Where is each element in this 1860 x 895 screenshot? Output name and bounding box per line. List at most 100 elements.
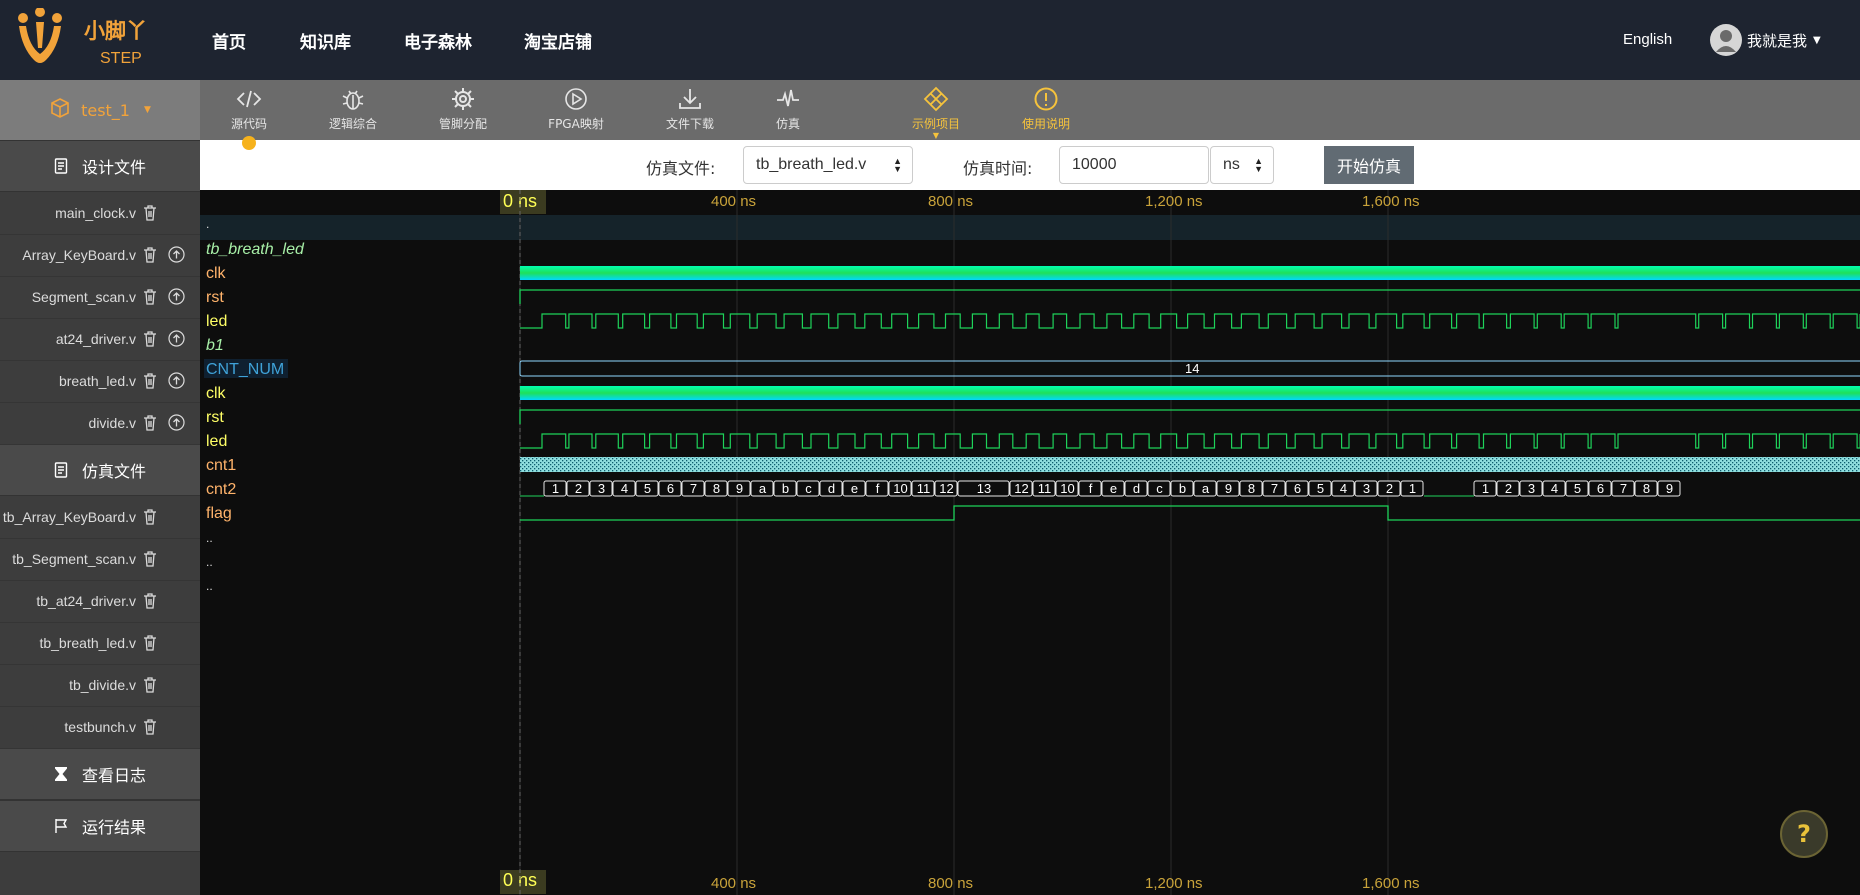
upload-icon[interactable]: [168, 330, 185, 347]
time-tick-label: 400 ns: [711, 193, 756, 210]
user-menu[interactable]: 我就是我 ▼: [1710, 24, 1821, 56]
tool-fpga-map[interactable]: FPGA映射: [531, 86, 621, 132]
upload-icon[interactable]: [168, 246, 185, 263]
cnt2-value: e: [851, 481, 858, 496]
highlight-row: [200, 215, 1860, 240]
time-tick-label: 1,200 ns: [1145, 875, 1203, 892]
simulation-bar: 仿真文件: tb_breath_led.v ▲ ▼ 仿真时间: 10000 ns …: [200, 140, 1860, 190]
cnt2-value: 4: [1340, 481, 1347, 496]
trash-icon[interactable]: [143, 551, 157, 567]
signal-name-led: led: [206, 313, 227, 330]
tool-examples[interactable]: 示例项目 ▼: [891, 86, 981, 140]
sim-file-value: tb_breath_led.v: [756, 156, 867, 173]
design-files-header[interactable]: 设计文件: [0, 140, 200, 192]
file-name: at24_driver.v: [55, 331, 136, 347]
sim-time-input[interactable]: 10000: [1059, 146, 1209, 184]
tool-download[interactable]: 文件下载: [645, 86, 735, 132]
svg-text:小脚丫: 小脚丫: [84, 19, 147, 43]
language-switch[interactable]: English: [1623, 31, 1672, 48]
cnt-num-value: 14: [1185, 361, 1199, 376]
trash-icon[interactable]: [143, 719, 157, 735]
cnt2-value: 12: [939, 481, 953, 496]
cnt2-value: 1: [1482, 481, 1489, 496]
file-item[interactable]: testbunch.v: [0, 707, 200, 749]
svg-text:STEP: STEP: [100, 50, 142, 67]
file-item[interactable]: divide.v: [0, 403, 200, 445]
trash-icon[interactable]: [143, 677, 157, 693]
chevron-down-icon: ▼: [143, 105, 151, 115]
trash-icon[interactable]: [143, 247, 157, 263]
tool-pin-assign[interactable]: 管脚分配: [418, 86, 508, 132]
cnt2-value: c: [805, 481, 812, 496]
cnt2-value: b: [1179, 481, 1186, 496]
nav-taobao[interactable]: 淘宝店铺: [524, 28, 592, 53]
upload-icon[interactable]: [168, 414, 185, 431]
cnt2-value: 1: [552, 481, 559, 496]
trash-icon[interactable]: [143, 509, 157, 525]
trash-icon[interactable]: [143, 635, 157, 651]
signal-name-b1: b1: [206, 337, 224, 354]
trash-icon[interactable]: [143, 593, 157, 609]
upload-icon[interactable]: [168, 288, 185, 305]
cnt1-waveform: [520, 457, 1860, 472]
project-selector[interactable]: test_1 ▼: [0, 80, 200, 140]
time-unit-select[interactable]: ns ▲ ▼: [1210, 146, 1274, 184]
logo[interactable]: 小脚丫 STEP: [14, 8, 164, 72]
file-item[interactable]: Array_KeyBoard.v: [0, 235, 200, 277]
file-item[interactable]: main_clock.v: [0, 193, 200, 235]
upload-icon[interactable]: [168, 372, 185, 389]
trash-icon[interactable]: [143, 205, 157, 221]
tool-source-code[interactable]: 源代码: [204, 86, 294, 132]
sidebar: 设计文件 仿真文件 查看日志 运行结果 main_clock.v Array_Ke…: [0, 140, 200, 895]
sidebar-header-label: 设计文件: [81, 158, 146, 177]
trash-icon[interactable]: [143, 415, 157, 431]
file-item[interactable]: at24_driver.v: [0, 319, 200, 361]
nav-knowledge[interactable]: 知识库: [300, 28, 351, 53]
cnt2-value: 10: [893, 481, 907, 496]
project-name: test_1: [81, 100, 130, 120]
tool-synthesis[interactable]: 逻辑综合: [308, 86, 398, 132]
nav-eforest[interactable]: 电子森林: [404, 28, 472, 53]
user-name: 我就是我: [1747, 31, 1808, 50]
trash-icon[interactable]: [143, 331, 157, 347]
file-item[interactable]: tb_Segment_scan.v: [0, 539, 200, 581]
time-tick-label: 1,600 ns: [1362, 875, 1420, 892]
view-log-button[interactable]: 查看日志: [0, 748, 200, 800]
led-waveform: [520, 433, 1860, 449]
help-button[interactable]: ?: [1780, 810, 1828, 858]
sim-file-label: 仿真文件:: [646, 159, 716, 178]
file-item[interactable]: tb_at24_driver.v: [0, 581, 200, 623]
signal-name-clk: clk: [206, 385, 227, 402]
waveform-viewer[interactable]: 0 ns 0 ns 400 ns 400 ns 800 ns 800 ns 1,200 ns…: [200, 190, 1860, 895]
file-item[interactable]: Segment_scan.v: [0, 277, 200, 319]
file-item[interactable]: tb_divide.v: [0, 665, 200, 707]
trash-icon[interactable]: [143, 289, 157, 305]
time-tick-label: 1,600 ns: [1362, 193, 1420, 210]
toolbar: test_1 ▼ 源代码 逻辑综合 管脚分配 FPGA映射 文件下载 仿真 示例…: [0, 80, 1860, 140]
more-dots: ..: [206, 531, 213, 545]
signal-name-rst: rst: [206, 289, 224, 306]
time-tick-label: 400 ns: [711, 875, 756, 892]
rst-waveform: [519, 409, 1860, 424]
tool-label: 示例项目: [911, 117, 960, 131]
tool-simulation[interactable]: 仿真: [743, 86, 833, 132]
sim-file-select[interactable]: tb_breath_led.v ▲ ▼: [743, 146, 913, 184]
cnt2-value: 3: [598, 481, 605, 496]
file-name: divide.v: [88, 415, 136, 431]
gear-icon: [452, 88, 474, 110]
run-result-button[interactable]: 运行结果: [0, 800, 200, 852]
file-name: tb_at24_driver.v: [36, 593, 136, 609]
trash-icon[interactable]: [143, 373, 157, 389]
sim-files-header[interactable]: 仿真文件: [0, 444, 200, 496]
file-item[interactable]: breath_led.v: [0, 361, 200, 403]
file-name: Array_KeyBoard.v: [22, 247, 136, 263]
nav-home[interactable]: 首页: [212, 28, 246, 53]
start-simulation-button[interactable]: 开始仿真: [1324, 146, 1414, 184]
cnt2-value: 2: [1505, 481, 1512, 496]
file-item[interactable]: tb_Array_KeyBoard.v: [0, 497, 200, 539]
tool-manual[interactable]: 使用说明: [1001, 86, 1091, 132]
file-name: testbunch.v: [64, 719, 136, 735]
cnt2-value: a: [1202, 481, 1210, 496]
tool-label: 管脚分配: [438, 117, 487, 131]
file-item[interactable]: tb_breath_led.v: [0, 623, 200, 665]
